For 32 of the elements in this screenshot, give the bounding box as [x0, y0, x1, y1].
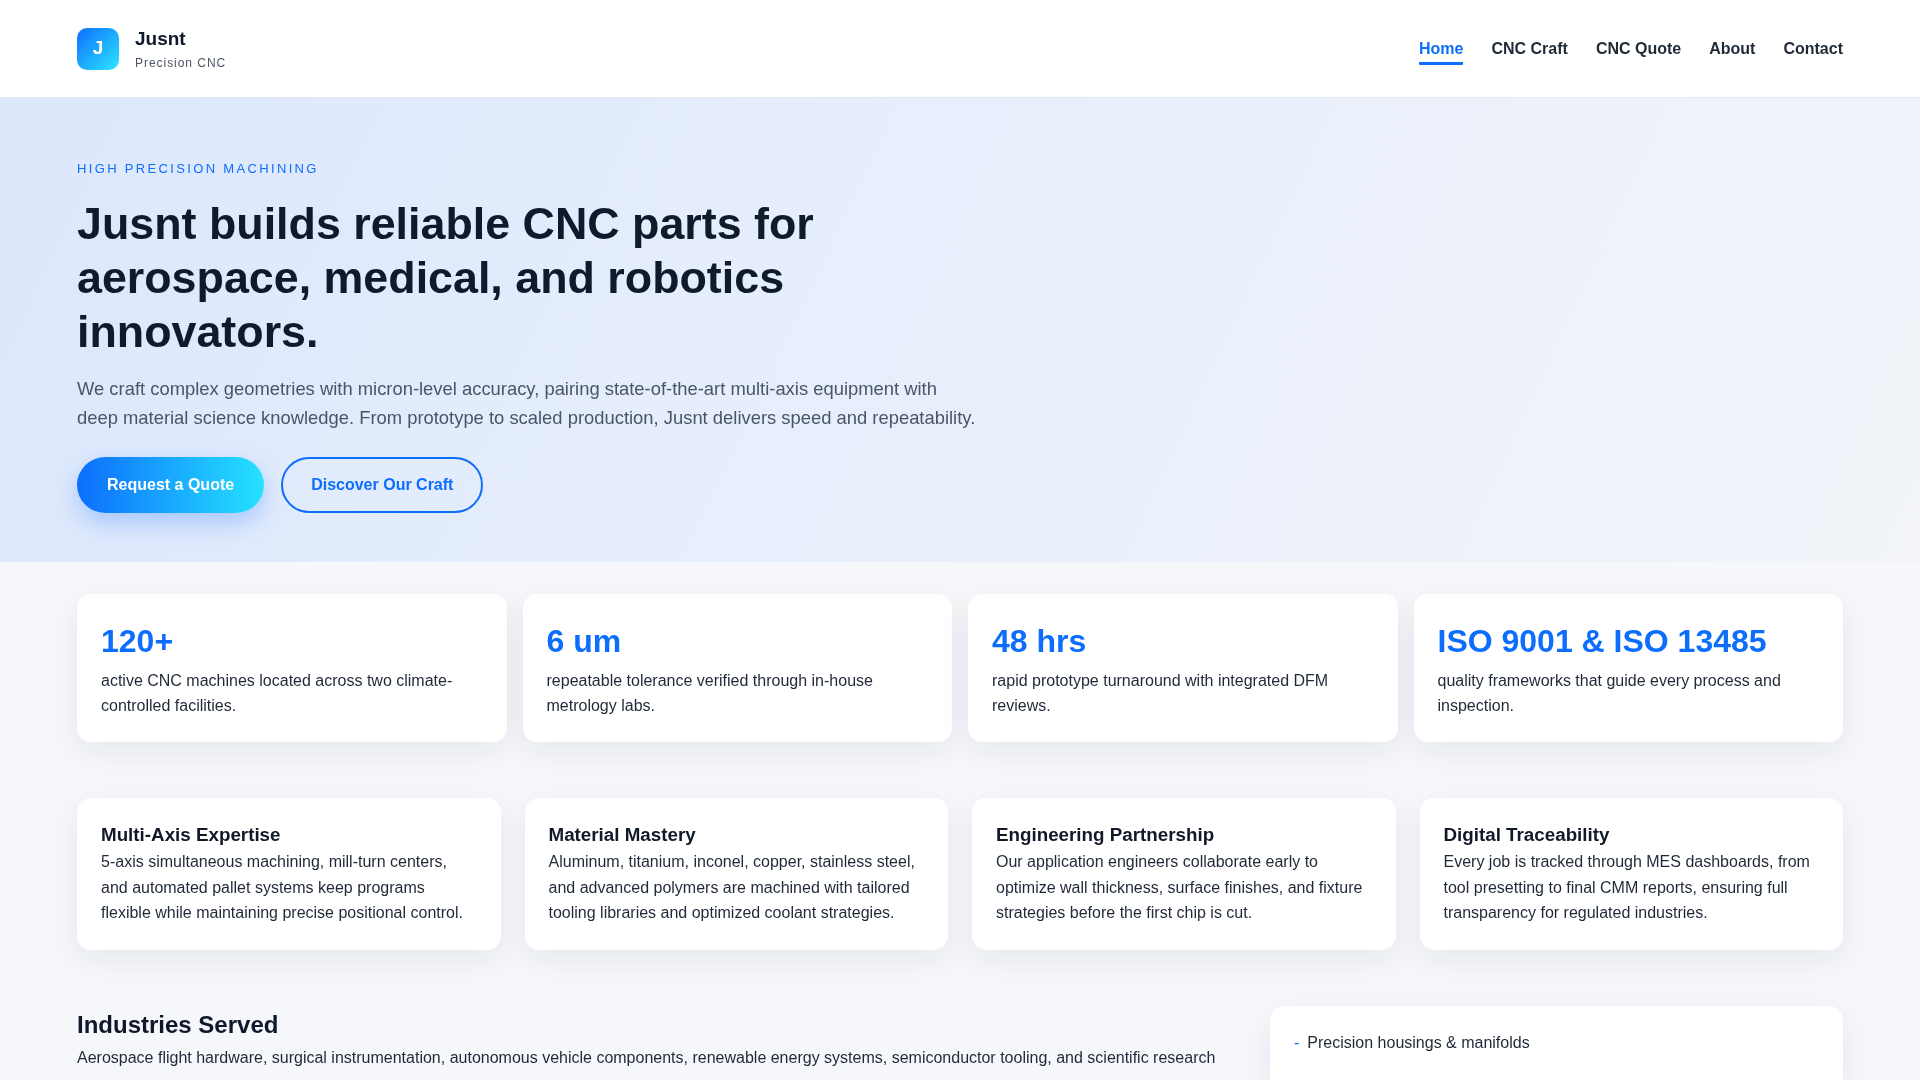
stat-value: 6 um: [546, 622, 623, 660]
feature-description: 5-axis simultaneous machining, mill-turn centers, and automated pallet systems keep programs flexible while maintaining precise positional control.: [101, 852, 464, 924]
section-heading: Industries Served: [77, 1009, 280, 1039]
brand-tagline: Precision CNC: [135, 56, 227, 70]
eyebrow-text: HIGH PRECISION MACHINING: [77, 160, 320, 177]
nav-link[interactable]: About: [1709, 32, 1756, 65]
feature-description: Every job is tracked through MES dashboards, from tool presetting to final CMM reports, ensuring full transparency for regulated industries.: [1443, 852, 1811, 924]
stat-value: 120+: [101, 622, 175, 660]
feature-title: Engineering Partnership: [996, 823, 1216, 846]
feature-title: Material Mastery: [548, 823, 697, 846]
feature-description: Our application engineers collaborate early to optimize wall thickness, surface finishes, and fixture strategies before the first chip is cut.: [996, 852, 1364, 924]
nav-link[interactable]: Contact: [1783, 32, 1843, 65]
craft-button[interactable]: Discover Our Craft: [281, 457, 484, 513]
nav-link[interactable]: Home: [1419, 32, 1464, 65]
brand-name: Jusnt: [135, 27, 187, 50]
feature-title: Digital Traceability: [1443, 823, 1611, 846]
hero-paragraph: We craft complex geometries with micron-level accuracy, pairing state-of-the-art multi-axis equipment with deep material science knowledge. From prototype to scaled production, Jusnt delivers speed and repeatability.: [77, 377, 977, 430]
nav-link[interactable]: CNC Quote: [1595, 32, 1682, 65]
logo: J: [77, 27, 119, 70]
stat-description: repeatable tolerance verified through in-house metrology labs.: [546, 671, 874, 716]
list-item-text: Precision housings & manifolds: [1307, 1032, 1530, 1053]
feature-title: Multi-Axis Expertise: [101, 823, 282, 846]
list-marker: -: [1294, 1032, 1300, 1053]
stat-description: rapid prototype turnaround with integrated DFM reviews.: [992, 671, 1330, 716]
section-paragraph: Aerospace flight hardware, surgical instrumentation, autonomous vehicle components, renewable energy systems, semiconductor tooling, and scientific research: [77, 1047, 1217, 1068]
stat-description: active CNC machines located across two climate-controlled facilities.: [101, 671, 454, 716]
nav-link[interactable]: CNC Craft: [1491, 32, 1568, 65]
hero-heading: Jusnt builds reliable CNC parts for aerospace, medical, and robotics innovators.: [77, 197, 815, 358]
stat-description: quality frameworks that guide every process and inspection.: [1437, 671, 1782, 716]
feature-description: Aluminum, titanium, inconel, copper, stainless steel, and advanced polymers are machined with tailored tooling libraries and optimized coolant strategies.: [548, 852, 916, 924]
stat-value: 48 hrs: [992, 622, 1088, 660]
stat-value: ISO 9001 & ISO 13485: [1437, 622, 1768, 660]
